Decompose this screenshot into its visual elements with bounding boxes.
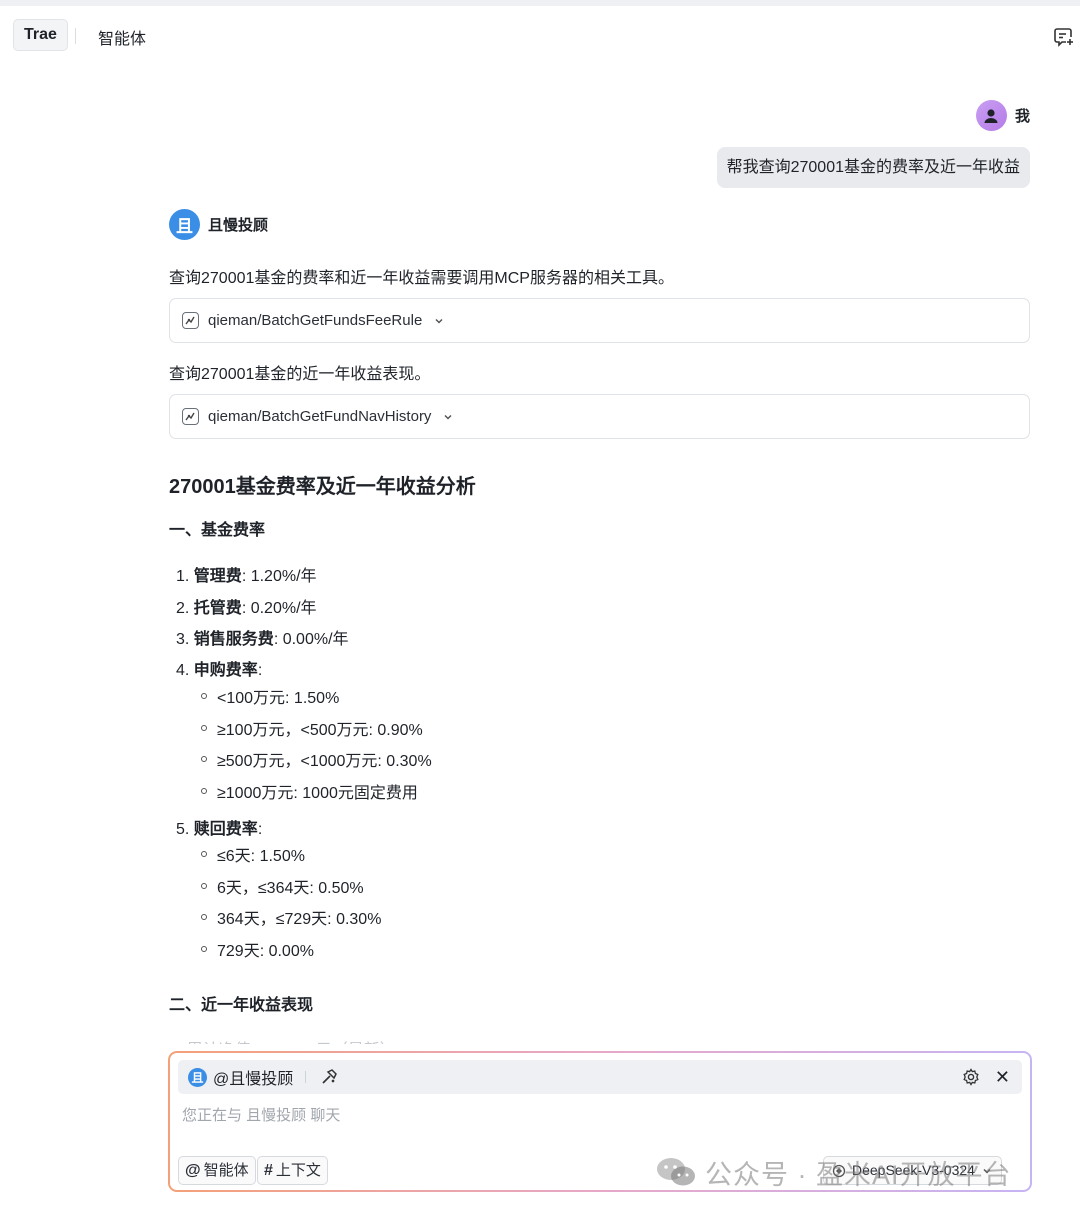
- agent-mention[interactable]: @且慢投顾: [213, 1065, 293, 1089]
- person-icon: [984, 108, 998, 123]
- list-item: 4. 申购费率:: [176, 662, 263, 679]
- chevron-down-icon: [983, 1168, 991, 1174]
- sub-list-item: <100万元: 1.50%: [201, 684, 339, 708]
- sub-list-item: 6天，≤364天: 0.50%: [201, 874, 364, 898]
- tool-name: qieman/BatchGetFundNavHistory: [208, 408, 432, 425]
- agent-intro-2: 查询270001基金的近一年收益表现。: [169, 366, 431, 383]
- tools-icon[interactable]: [320, 1068, 338, 1086]
- sub-list-item: ≥500万元，<1000万元: 0.30%: [201, 747, 432, 771]
- agent-intro: 查询270001基金的费率和近一年收益需要调用MCP服务器的相关工具。: [169, 270, 674, 287]
- close-icon[interactable]: ✕: [995, 1067, 1010, 1087]
- tab-agent[interactable]: 智能体: [98, 25, 146, 49]
- sub-list-item: ≥100万元，<500万元: 0.90%: [201, 716, 423, 740]
- section-fees-heading: 一、基金费率: [169, 522, 266, 539]
- composer-body: 且 @且慢投顾 ✕ 您正在与 且慢投顾 聊天 @ 智能体 # 上下文 DeepS…: [170, 1053, 1030, 1190]
- user-avatar: [975, 100, 1007, 131]
- user-name: 我: [1014, 108, 1030, 125]
- tab-divider: [75, 28, 76, 44]
- tool-call-nav-history[interactable]: qieman/BatchGetFundNavHistory: [169, 394, 1030, 439]
- context-chip[interactable]: # 上下文: [257, 1156, 328, 1185]
- agent-avatar: 且: [188, 1067, 207, 1087]
- hash-icon: #: [264, 1162, 273, 1179]
- new-chat-icon[interactable]: [1053, 25, 1075, 47]
- message-input[interactable]: 您正在与 且慢投顾 聊天: [182, 1104, 340, 1125]
- sub-list-item: ≥1000万元: 1000元固定费用: [201, 779, 418, 803]
- sub-list-item: 364天，≤729天: 0.30%: [201, 905, 381, 929]
- model-select[interactable]: DeepSeek-V3-0324: [823, 1156, 1002, 1185]
- user-message: 帮我查询270001基金的费率及近一年收益: [716, 147, 1030, 188]
- sub-list-item: 729天: 0.00%: [201, 937, 314, 961]
- tool-icon: [182, 312, 199, 329]
- composer-agent-bar: 且 @且慢投顾 ✕: [178, 1060, 1022, 1094]
- chevron-down-icon[interactable]: [442, 411, 454, 423]
- user-header: 我: [975, 100, 1030, 131]
- agent-avatar: 且: [169, 209, 200, 240]
- tool-icon: [182, 408, 199, 425]
- tool-call-fee-rule[interactable]: qieman/BatchGetFundsFeeRule: [169, 298, 1030, 343]
- composer: 且 @且慢投顾 ✕ 您正在与 且慢投顾 聊天 @ 智能体 # 上下文 DeepS…: [168, 1051, 1032, 1192]
- tab-trae[interactable]: Trae: [13, 19, 68, 51]
- tool-name: qieman/BatchGetFundsFeeRule: [208, 312, 423, 329]
- list-item: 2. 托管费: 0.20%/年: [176, 600, 317, 617]
- agent-header: 且 且慢投顾: [169, 209, 268, 240]
- agent-chip[interactable]: @ 智能体: [178, 1156, 256, 1185]
- list-item: 5. 赎回费率:: [176, 821, 263, 838]
- section-returns-heading: 二、近一年收益表现: [169, 997, 314, 1014]
- agent-name: 且慢投顾: [208, 217, 269, 234]
- chevron-down-icon[interactable]: [433, 315, 445, 327]
- faded-list-item: 1. 累计净值：1.1234元（最新）: [169, 1036, 396, 1044]
- tab-bar: Trae 智能体: [0, 6, 1080, 64]
- at-icon: @: [185, 1162, 201, 1179]
- gear-icon[interactable]: [962, 1068, 980, 1086]
- answer-title: 270001基金费率及近一年收益分析: [169, 476, 476, 498]
- divider: [305, 1071, 307, 1083]
- sub-list-item: ≤6天: 1.50%: [201, 842, 305, 866]
- list-item: 1. 管理费: 1.20%/年: [176, 568, 317, 585]
- model-icon: [832, 1164, 846, 1177]
- list-item: 3. 销售服务费: 0.00%/年: [176, 631, 349, 648]
